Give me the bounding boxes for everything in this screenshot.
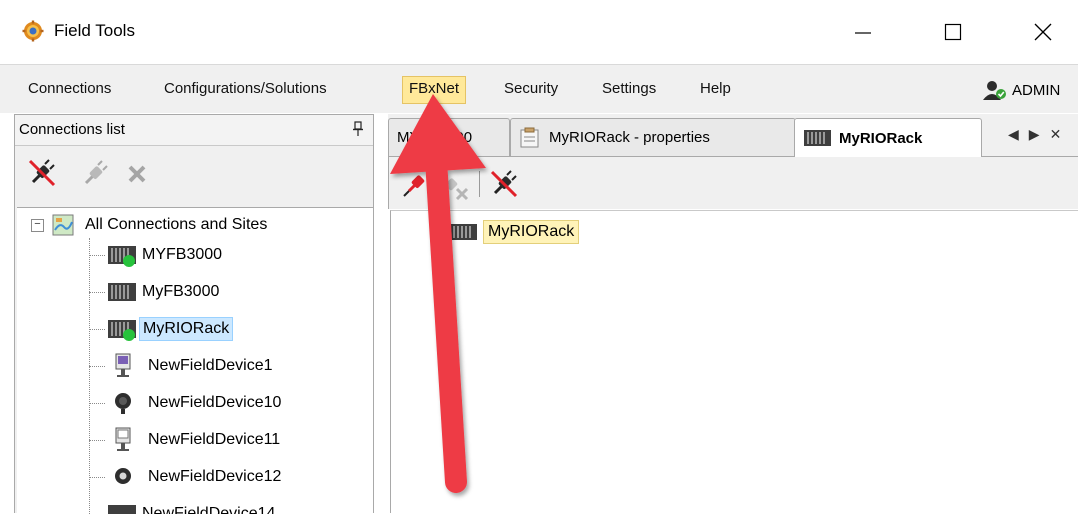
tree-item-label: MyFB3000 xyxy=(142,283,220,300)
tree-item-label: MyRIORack xyxy=(139,317,234,341)
tree-item-label: NewFieldDevice10 xyxy=(148,394,282,411)
tree-root-label: All Connections and Sites xyxy=(85,216,268,233)
tree-item-label: MYFB3000 xyxy=(142,246,223,263)
close-icon xyxy=(1034,23,1052,41)
tree-root[interactable]: − All Connections and Sites xyxy=(31,210,270,240)
add-pin-icon[interactable] xyxy=(401,169,431,199)
tab-scroll-left-icon[interactable]: ◀ xyxy=(1008,126,1019,143)
rack-connected-icon xyxy=(108,320,136,341)
dark-sensor-icon xyxy=(115,393,131,414)
properties-icon xyxy=(520,127,539,147)
tree-item-label: NewFieldDevice1 xyxy=(148,357,273,374)
user-name: ADMIN xyxy=(1012,81,1061,99)
connect-icon[interactable] xyxy=(81,160,109,188)
toolbar-separator xyxy=(479,171,480,197)
delete-icon[interactable] xyxy=(125,162,149,186)
tree-item-myriorack[interactable]: MyRIORack xyxy=(107,314,234,344)
connections-tree: − All Connections and Sites MYFB3000 MyF… xyxy=(17,207,373,514)
user-menu[interactable]: ADMIN xyxy=(982,79,1060,101)
tree-item-myfb3000-upper[interactable]: MYFB3000 xyxy=(107,240,225,270)
collapse-icon[interactable]: − xyxy=(31,218,44,232)
tree-item-label: NewFieldDevice14 xyxy=(142,505,276,514)
panel-title: Connections list xyxy=(19,121,125,138)
tree-branch xyxy=(89,403,105,404)
tree-branch xyxy=(89,440,105,441)
tab-myriorack[interactable]: MyRIORack xyxy=(794,118,982,157)
connections-toolbar xyxy=(15,146,373,204)
tree-item-label: NewFieldDevice12 xyxy=(148,468,282,485)
tree-item-newfielddevice10[interactable]: NewFieldDevice10 xyxy=(113,388,284,418)
app-gear-icon xyxy=(22,20,44,42)
tree-branch xyxy=(89,255,105,256)
minimize-button[interactable] xyxy=(840,12,886,52)
tab-scroll-right-icon[interactable]: ▶ xyxy=(1029,126,1040,143)
tab-navigation: ◀ ▶ ✕ xyxy=(1008,126,1061,143)
user-admin-icon xyxy=(983,81,1006,100)
tree-branch xyxy=(89,477,105,478)
tree-item-newfielddevice11[interactable]: NewFieldDevice11 xyxy=(113,425,283,455)
menu-help[interactable]: Help xyxy=(694,76,737,102)
connections-panel: Connections list − All Connections and S… xyxy=(14,114,374,514)
minimize-icon xyxy=(855,32,871,34)
tab-label: MyRIORack xyxy=(839,129,923,147)
maximize-icon xyxy=(944,23,962,41)
tree-item-label: NewFieldDevice11 xyxy=(148,431,281,448)
close-button[interactable] xyxy=(1020,12,1066,52)
menu-settings[interactable]: Settings xyxy=(596,76,662,102)
tree-branch xyxy=(89,292,105,293)
tab-label: MYFB3000 xyxy=(397,129,473,146)
menu-security[interactable]: Security xyxy=(498,76,564,102)
tab-close-icon[interactable]: ✕ xyxy=(1050,126,1062,143)
tab-myriorack-properties[interactable]: MyRIORack - properties xyxy=(510,118,796,156)
tree-connector-line xyxy=(89,238,90,514)
document-tabs: MYFB3000 MyRIORack - properties MyRIORac… xyxy=(388,114,1078,157)
panel-header: Connections list xyxy=(15,115,373,146)
disconnect-icon[interactable] xyxy=(27,158,57,188)
disconnect-icon[interactable] xyxy=(489,169,519,199)
tree-item-myfb3000[interactable]: MyFB3000 xyxy=(107,277,222,307)
menu-bar: Connections Configurations/Solutions FBx… xyxy=(0,64,1078,113)
canvas-node-label: MyRIORack xyxy=(483,220,580,244)
field-device-icon xyxy=(115,353,131,377)
title-bar: Field Tools xyxy=(0,0,1078,64)
menu-fbxnet[interactable]: FBxNet xyxy=(402,76,467,104)
tab-myfb3000[interactable]: MYFB3000 xyxy=(388,118,510,156)
maximize-button[interactable] xyxy=(930,12,976,52)
canvas-toolbar xyxy=(388,157,1078,209)
tab-label: MyRIORack - properties xyxy=(549,129,710,146)
field-device-icon xyxy=(115,427,131,451)
rack-icon xyxy=(804,130,831,146)
sites-map-icon xyxy=(52,214,74,236)
rack-icon xyxy=(450,224,477,240)
window-title: Field Tools xyxy=(54,21,135,40)
tree-item-newfielddevice12[interactable]: NewFieldDevice12 xyxy=(113,462,284,492)
rack-icon xyxy=(108,505,136,514)
tree-item-newfielddevice1[interactable]: NewFieldDevice1 xyxy=(113,351,276,381)
canvas-node-myriorack[interactable]: MyRIORack xyxy=(449,220,580,244)
rack-connected-icon xyxy=(108,246,136,267)
menu-configurations[interactable]: Configurations/Solutions xyxy=(158,76,333,102)
tree-branch xyxy=(89,366,105,367)
rack-icon xyxy=(108,283,136,301)
remove-pin-icon[interactable] xyxy=(441,173,471,201)
dark-sensor-icon xyxy=(115,468,131,484)
pin-icon[interactable] xyxy=(351,121,365,137)
menu-connections[interactable]: Connections xyxy=(22,76,117,102)
network-canvas[interactable]: MyRIORack xyxy=(390,210,1078,513)
tree-branch xyxy=(89,329,105,330)
